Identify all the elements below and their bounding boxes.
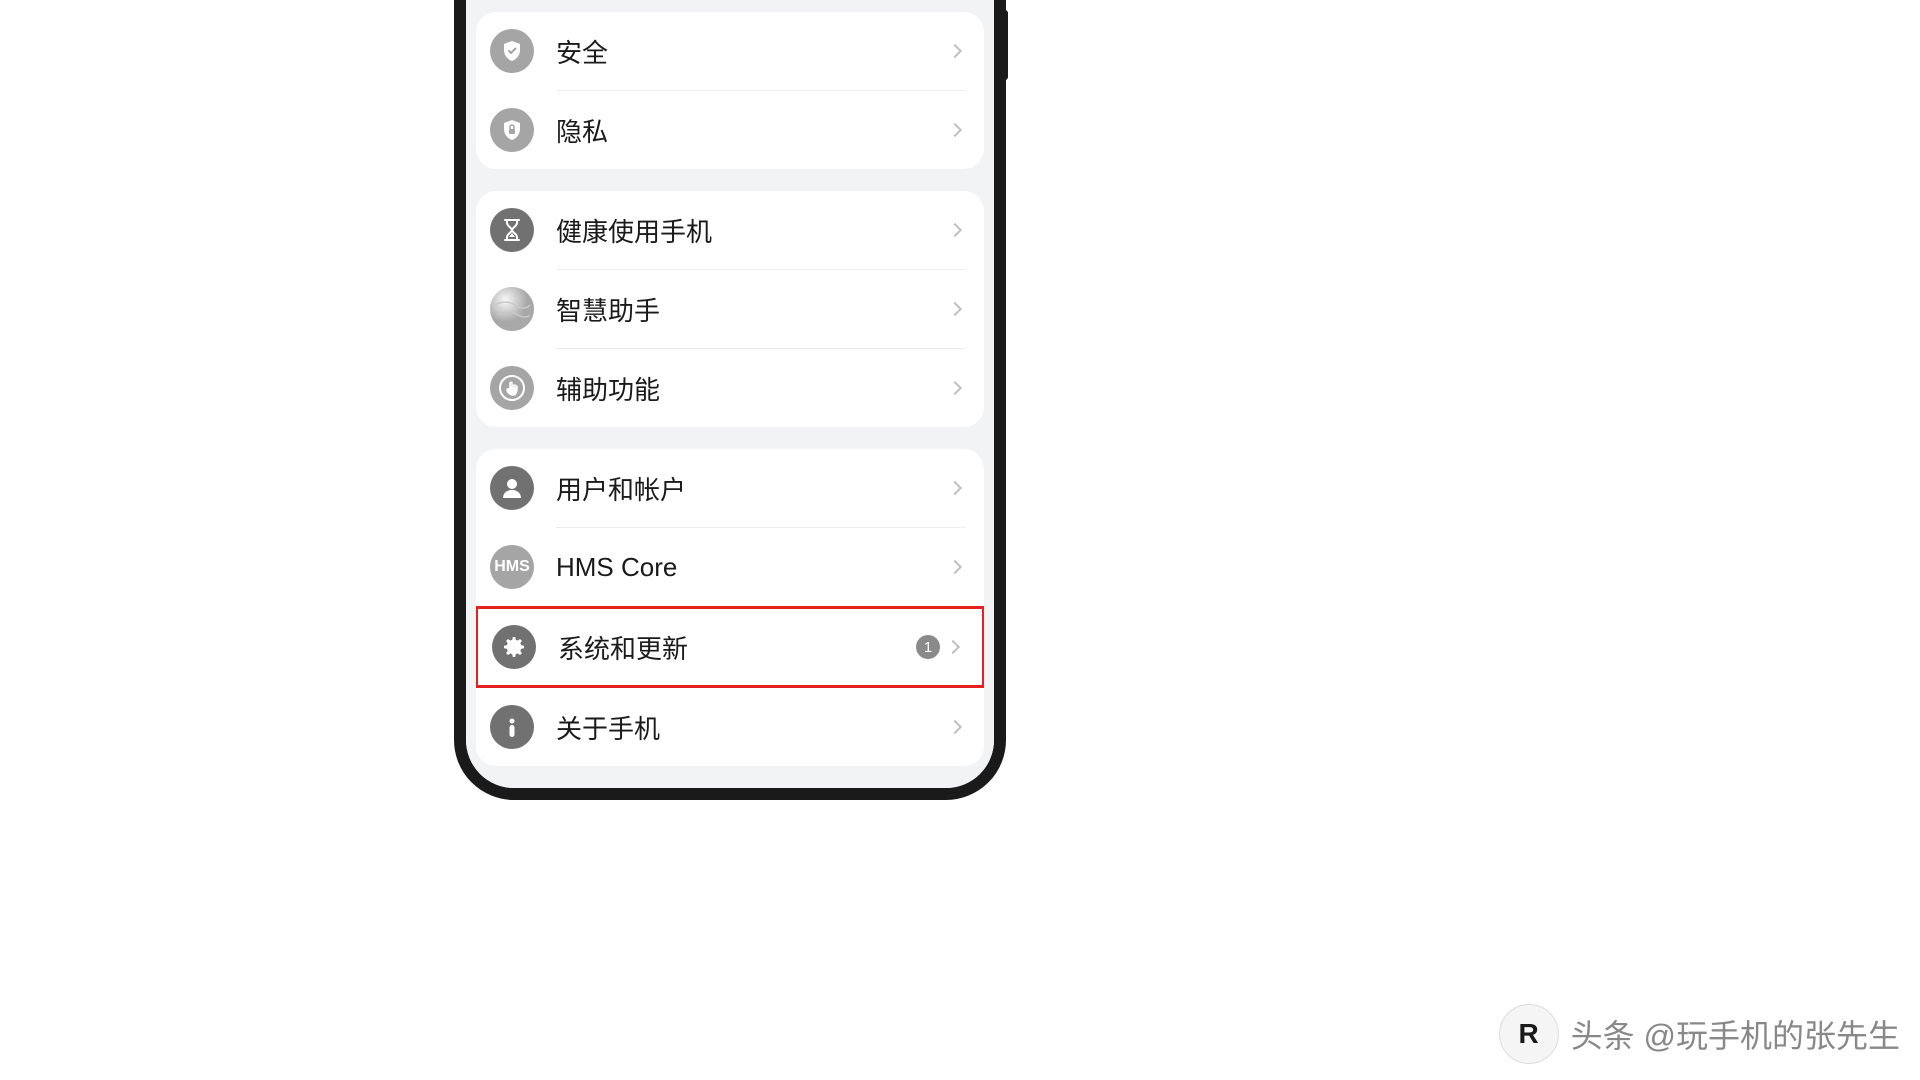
settings-item-about-phone[interactable]: 关于手机: [476, 688, 984, 766]
watermark-logo: R: [1499, 1004, 1559, 1064]
settings-item-label: 辅助功能: [556, 370, 950, 407]
hms-icon: HMS: [490, 545, 534, 589]
settings-item-users-accounts[interactable]: 用户和帐户: [476, 449, 984, 527]
settings-item-label: 隐私: [556, 112, 950, 149]
chevron-right-icon: [948, 123, 962, 137]
globe-icon: [490, 287, 534, 331]
chevron-right-icon: [948, 560, 962, 574]
chevron-right-icon: [946, 640, 960, 654]
settings-group-1: 安全 隐私: [476, 12, 984, 169]
settings-item-label: HMS Core: [556, 552, 950, 583]
watermark-text: 头条 @玩手机的张先生: [1571, 1011, 1900, 1057]
settings-item-label: 关于手机: [556, 709, 950, 746]
info-icon: [490, 705, 534, 749]
settings-item-label: 系统和更新: [558, 629, 916, 666]
hms-text: HMS: [494, 558, 530, 576]
settings-item-hms-core[interactable]: HMS HMS Core: [476, 528, 984, 606]
settings-item-label: 智慧助手: [556, 291, 950, 328]
tap-icon: [490, 366, 534, 410]
phone-screen[interactable]: 安全 隐私 健康使用手机: [466, 0, 994, 788]
person-icon: [490, 466, 534, 510]
gear-icon: [492, 625, 536, 669]
settings-item-privacy[interactable]: 隐私: [476, 91, 984, 169]
settings-item-ai-assistant[interactable]: 智慧助手: [476, 270, 984, 348]
chevron-right-icon: [948, 223, 962, 237]
settings-group-3: 用户和帐户 HMS HMS Core 系统和更新 1: [476, 449, 984, 766]
shield-icon: [490, 29, 534, 73]
chevron-right-icon: [948, 44, 962, 58]
settings-item-system-update[interactable]: 系统和更新 1: [476, 606, 984, 688]
chevron-right-icon: [948, 302, 962, 316]
chevron-right-icon: [948, 381, 962, 395]
settings-group-2: 健康使用手机 智慧助手 辅助功能: [476, 191, 984, 427]
phone-frame: 安全 隐私 健康使用手机: [454, 0, 1006, 800]
settings-item-label: 健康使用手机: [556, 212, 950, 249]
settings-item-label: 安全: [556, 33, 950, 70]
settings-item-label: 用户和帐户: [556, 470, 950, 507]
hourglass-icon: [490, 208, 534, 252]
settings-item-accessibility[interactable]: 辅助功能: [476, 349, 984, 427]
settings-item-security[interactable]: 安全: [476, 12, 984, 90]
settings-item-digital-wellbeing[interactable]: 健康使用手机: [476, 191, 984, 269]
notification-badge: 1: [916, 635, 940, 659]
chevron-right-icon: [948, 720, 962, 734]
chevron-right-icon: [948, 481, 962, 495]
lock-shield-icon: [490, 108, 534, 152]
watermark: R 头条 @玩手机的张先生: [1499, 1004, 1900, 1064]
